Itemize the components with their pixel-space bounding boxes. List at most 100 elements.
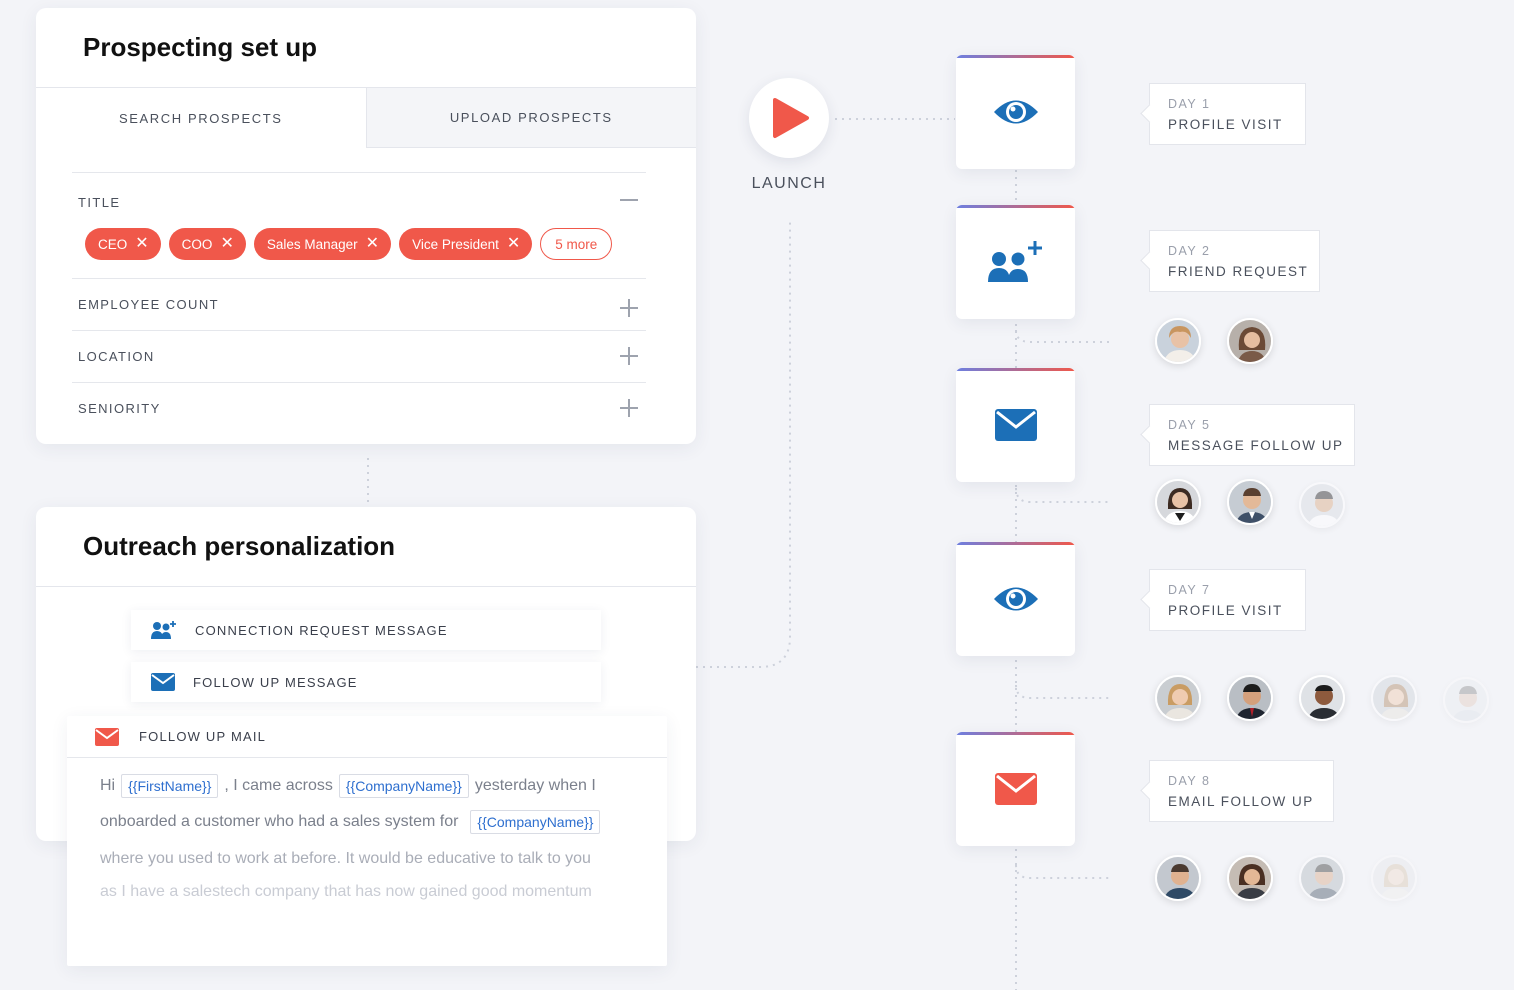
step-icon-wrap: [956, 55, 1075, 169]
day-number: DAY 1: [1168, 97, 1211, 111]
step-profile-visit-1[interactable]: [956, 55, 1075, 169]
remove-chip-icon[interactable]: ✕: [220, 236, 233, 252]
filter-seniority[interactable]: SENIORITY: [72, 382, 646, 434]
step-icon-wrap: [956, 205, 1075, 319]
launch-button[interactable]: [749, 78, 829, 158]
remove-chip-icon[interactable]: ✕: [366, 236, 379, 252]
avatar: [1299, 482, 1345, 528]
chip-label: CEO: [98, 236, 128, 252]
mail-icon: [994, 773, 1037, 805]
tab-search-prospects[interactable]: SEARCH PROSPECTS: [36, 88, 366, 148]
day-box-5: DAY 5 MESSAGE FOLLOW UP: [1149, 404, 1355, 466]
eye-icon: [993, 100, 1038, 124]
collapse-minus-icon[interactable]: [620, 191, 638, 209]
chip-label: Sales Manager: [266, 236, 358, 252]
expand-plus-icon[interactable]: [620, 299, 638, 317]
avatar: [1299, 675, 1345, 721]
step-icon-wrap: [956, 732, 1075, 846]
mail-greeting: Hi: [100, 777, 116, 794]
avatar: [1371, 675, 1417, 721]
add-users-icon: [987, 241, 1042, 282]
chip-label: Vice President: [412, 236, 499, 252]
step-icon-wrap: [956, 368, 1075, 482]
companyname-variable[interactable]: {{CompanyName}}: [470, 810, 601, 834]
avatar: [1227, 479, 1273, 525]
mail-icon: [95, 727, 119, 746]
location-label: LOCATION: [78, 349, 155, 364]
filter-employee-count[interactable]: EMPLOYEE COUNT: [72, 278, 646, 330]
step-friend-request[interactable]: [956, 205, 1075, 319]
title-chips: CEO ✕ COO ✕ Sales Manager ✕ Vice Preside…: [85, 228, 613, 260]
seniority-label: SENIORITY: [78, 401, 161, 416]
avatar: [1227, 318, 1273, 364]
expand-plus-icon[interactable]: [620, 399, 638, 417]
day-action: FRIEND REQUEST: [1168, 264, 1309, 279]
day-action: MESSAGE FOLLOW UP: [1168, 438, 1344, 453]
employee-count-label: EMPLOYEE COUNT: [78, 297, 219, 312]
avatar: [1155, 675, 1201, 721]
step-icon-wrap: [956, 542, 1075, 656]
day-number: DAY 5: [1168, 418, 1211, 432]
avatar: [1299, 855, 1345, 901]
mail-line-2: onboarded a customer who had a sales sys…: [100, 810, 601, 834]
connection-request-label: CONNECTION REQUEST MESSAGE: [195, 622, 448, 638]
avatar: [1155, 318, 1201, 364]
chip-label: COO: [181, 236, 213, 252]
mail-text: , I came across: [224, 777, 333, 794]
chip-vice-president[interactable]: Vice President ✕: [399, 228, 533, 260]
launch-label: LAUNCH: [751, 175, 827, 192]
follow-up-message-item[interactable]: FOLLOW UP MESSAGE: [131, 662, 601, 702]
filter-title-label: TITLE: [78, 195, 121, 210]
follow-up-mail-card: FOLLOW UP MAIL Hi {{FirstName}} , I came…: [67, 716, 667, 966]
header-divider: [36, 586, 696, 587]
chip-ceo[interactable]: CEO ✕: [85, 228, 161, 260]
day-action: PROFILE VISIT: [1168, 603, 1283, 618]
mail-line-4: as I have a salestech company that has n…: [100, 883, 592, 900]
envelope-icon: [994, 409, 1037, 441]
avatar: [1155, 855, 1201, 901]
filter-title-section: TITLE: [72, 172, 646, 278]
day-box-7: DAY 7 PROFILE VISIT: [1149, 569, 1306, 631]
play-icon: [773, 98, 809, 138]
day-box-8: DAY 8 EMAIL FOLLOW UP: [1149, 760, 1334, 822]
eye-icon: [993, 587, 1038, 611]
remove-chip-icon[interactable]: ✕: [135, 236, 148, 252]
step-profile-visit-2[interactable]: [956, 542, 1075, 656]
add-users-icon: [151, 621, 176, 639]
prospect-tabs: SEARCH PROSPECTS UPLOAD PROSPECTS: [36, 88, 696, 148]
firstname-variable[interactable]: {{FirstName}}: [121, 774, 219, 798]
day-action: PROFILE VISIT: [1168, 117, 1283, 132]
mail-line-1: Hi {{FirstName}} , I came across {{Compa…: [100, 774, 596, 798]
mail-line-3: where you used to work at before. It wou…: [100, 850, 591, 867]
day-number: DAY 8: [1168, 774, 1211, 788]
prospecting-card: Prospecting set up SEARCH PROSPECTS UPLO…: [36, 8, 696, 444]
avatar: [1227, 855, 1273, 901]
follow-up-message-label: FOLLOW UP MESSAGE: [193, 674, 358, 690]
expand-plus-icon[interactable]: [620, 347, 638, 365]
chip-sales-manager[interactable]: Sales Manager ✕: [253, 228, 392, 260]
companyname-variable[interactable]: {{CompanyName}}: [338, 774, 469, 798]
tab-upload-prospects[interactable]: UPLOAD PROSPECTS: [365, 88, 696, 148]
connection-request-message-item[interactable]: CONNECTION REQUEST MESSAGE: [131, 610, 601, 650]
chip-coo[interactable]: COO ✕: [168, 228, 246, 260]
step-email-follow-up[interactable]: [956, 732, 1075, 846]
day-number: DAY 7: [1168, 583, 1211, 597]
step-message-follow-up[interactable]: [956, 368, 1075, 482]
filter-location[interactable]: LOCATION: [72, 330, 646, 382]
prospecting-title: Prospecting set up: [83, 32, 318, 62]
day-box-1: DAY 1 PROFILE VISIT: [1149, 83, 1306, 145]
more-chips-button[interactable]: 5 more: [540, 228, 613, 260]
mail-text: yesterday when I: [474, 777, 596, 794]
avatar: [1443, 677, 1489, 723]
remove-chip-icon[interactable]: ✕: [507, 236, 520, 252]
follow-up-mail-label: FOLLOW UP MAIL: [139, 729, 267, 744]
envelope-icon: [151, 673, 175, 691]
day-number: DAY 2: [1168, 244, 1211, 258]
day-action: EMAIL FOLLOW UP: [1168, 794, 1314, 809]
day-box-2: DAY 2 FRIEND REQUEST: [1149, 230, 1320, 292]
avatar: [1227, 675, 1273, 721]
mail-text: onboarded a customer who had a sales sys…: [100, 813, 459, 830]
outreach-title: Outreach personalization: [83, 531, 396, 561]
avatar: [1371, 855, 1417, 901]
mail-header[interactable]: FOLLOW UP MAIL: [67, 716, 667, 758]
